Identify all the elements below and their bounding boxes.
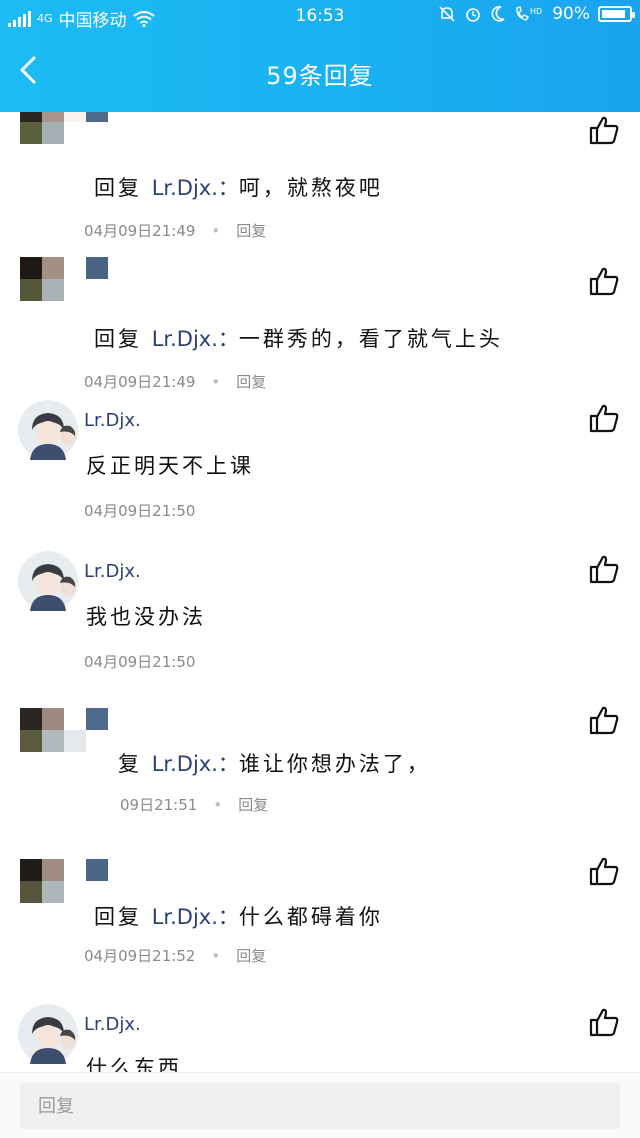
reply-item: Lr.Djx. 反正明天不上课 04月09日21:50 <box>0 372 640 523</box>
reply-bar <box>0 1072 640 1138</box>
mention-link[interactable]: Lr.Djx.： <box>152 905 239 929</box>
reply-item: 回复 Lr.Djx.：呵，就熬夜吧 04月09日21:49 • 回复 <box>0 112 640 240</box>
svg-text:HD: HD <box>530 7 542 16</box>
comment-text: 回复 Lr.Djx.：呵，就熬夜吧 <box>94 176 383 200</box>
alarm-icon <box>466 8 481 22</box>
app-header: 4G 中国移动 16:53 HD 90% 59条回复 <box>0 0 640 112</box>
comment-text: 复 Lr.Djx.：谁让你想办法了， <box>118 752 431 776</box>
reply-list[interactable]: 回复 Lr.Djx.：呵，就熬夜吧 04月09日21:49 • 回复 回复 Lr.D… <box>0 112 640 1072</box>
comment-date: 04月09日21:50 <box>84 502 196 520</box>
reply-item: Lr.Djx. 我也没办法 04月09日21:50 <box>0 523 640 674</box>
thumbs-up-icon[interactable] <box>588 855 620 887</box>
call-hd-icon: HD <box>516 6 542 21</box>
mention-link[interactable]: Lr.Djx.： <box>152 327 239 351</box>
comment-text: 什么东西 <box>86 1056 182 1072</box>
comment-date: 04月09日21:50 <box>84 653 196 671</box>
comment-meta: 09日21:51 • 回复 <box>120 796 269 814</box>
status-bar: 4G 中国移动 16:53 HD 90% <box>0 0 640 34</box>
comment-meta: 04月09日21:52 • 回复 <box>84 947 267 965</box>
thumbs-up-icon[interactable] <box>588 1006 620 1038</box>
comment-text: 反正明天不上课 <box>86 454 254 478</box>
comment-text: 回复 Lr.Djx.：一群秀的，看了就气上头 <box>94 327 503 351</box>
thumbs-up-icon[interactable] <box>588 553 620 585</box>
page-title: 59条回复 <box>266 62 374 90</box>
avatar-mosaic[interactable] <box>20 112 108 166</box>
reply-link[interactable]: 回复 <box>238 796 268 814</box>
reply-item: 回复 Lr.Djx.：一群秀的，看了就气上头 04月09日21:49 • 回复 <box>0 221 640 391</box>
reply-input[interactable] <box>20 1083 620 1129</box>
thumbs-up-icon[interactable] <box>588 402 620 434</box>
mute-icon <box>439 6 455 22</box>
mention-link[interactable]: Lr.Djx.： <box>152 752 239 776</box>
user-avatar[interactable] <box>18 1004 78 1064</box>
comment-date: 04月09日21:52 <box>84 947 196 965</box>
reply-link[interactable]: 回复 <box>236 947 266 965</box>
comment-text: 回复 Lr.Djx.：什么都碍着你 <box>94 905 383 929</box>
comment-author[interactable]: Lr.Djx. <box>84 561 141 582</box>
avatar-mosaic[interactable] <box>20 708 108 774</box>
user-avatar[interactable] <box>18 400 78 460</box>
thumbs-up-icon[interactable] <box>588 704 620 736</box>
avatar-mosaic[interactable] <box>20 257 108 323</box>
reply-item: 回复 Lr.Djx.：什么都碍着你 04月09日21:52 • 回复 <box>0 825 640 976</box>
comment-date: 09日21:51 <box>120 796 198 814</box>
comment-author[interactable]: Lr.Djx. <box>84 410 141 431</box>
battery-icon <box>598 6 635 22</box>
comment-text: 我也没办法 <box>86 605 206 629</box>
reply-item: Lr.Djx. 什么东西 <box>0 976 640 1072</box>
thumbs-up-icon[interactable] <box>588 265 620 297</box>
moon-icon <box>491 6 505 22</box>
reply-item: 复 Lr.Djx.：谁让你想办法了， 09日21:51 • 回复 <box>0 674 640 825</box>
comment-author[interactable]: Lr.Djx. <box>84 1014 141 1035</box>
battery-percent: 90% <box>552 4 590 24</box>
user-avatar[interactable] <box>18 551 78 611</box>
mention-link[interactable]: Lr.Djx.： <box>152 176 239 200</box>
thumbs-up-icon[interactable] <box>588 114 620 146</box>
